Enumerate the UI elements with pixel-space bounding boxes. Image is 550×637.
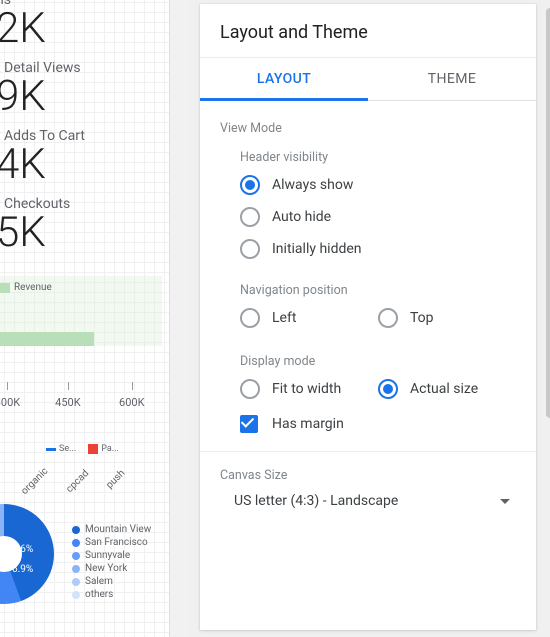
divider: [200, 451, 536, 452]
checkbox-icon: [240, 415, 258, 433]
axis-row: 300K 450K 600K: [0, 382, 162, 442]
revenue-chart[interactable]: Revenue: [0, 276, 162, 346]
series-se-swatch-icon: [46, 448, 56, 451]
subsection-header-visibility: Header visibility: [240, 150, 516, 165]
pie-chart[interactable]: 7.6% 6.9%: [0, 504, 54, 604]
axis-tick-300: 300K: [0, 396, 20, 409]
axis-tick-450: 450K: [55, 396, 80, 409]
radio-label: Actual size: [410, 381, 478, 397]
tabs: LAYOUT THEME: [200, 58, 536, 101]
metric-detail-value: 9K: [0, 76, 170, 118]
radio-icon: [240, 175, 260, 195]
category-push: push: [104, 468, 127, 491]
nav-position-group: Left Top: [240, 308, 516, 328]
canvas-size-select[interactable]: US letter (4:3) - Landscape: [234, 493, 516, 509]
series-legend: Se... Pa...: [46, 444, 119, 454]
tab-theme[interactable]: THEME: [368, 58, 536, 100]
radio-label: Top: [410, 310, 434, 326]
layout-theme-panel: Layout and Theme LAYOUT THEME View Mode …: [200, 4, 536, 630]
pie-pct-1: 7.6%: [12, 544, 33, 555]
radio-label: Fit to width: [272, 381, 341, 397]
section-canvas-size: Canvas Size: [220, 468, 516, 483]
revenue-legend-label: Revenue: [14, 282, 52, 293]
radio-initially-hidden[interactable]: Initially hidden: [240, 239, 516, 259]
radio-nav-left[interactable]: Left: [240, 308, 378, 328]
subsection-display-mode: Display mode: [240, 354, 516, 369]
report-canvas: ns 2K t Detail Views 9K t Adds To Cart 4…: [0, 0, 170, 637]
tab-layout[interactable]: LAYOUT: [200, 58, 368, 101]
checkbox-has-margin[interactable]: Has margin: [240, 415, 516, 433]
radio-fit-to-width[interactable]: Fit to width: [240, 379, 378, 399]
chevron-down-icon: [500, 499, 510, 504]
radio-icon: [378, 308, 398, 328]
radio-icon: [240, 308, 260, 328]
radio-label: Left: [272, 310, 296, 326]
radio-icon: [240, 239, 260, 259]
legend-city-1: Mountain View: [85, 524, 151, 535]
revenue-swatch-icon: [0, 283, 10, 293]
metric-checkouts-value: 5K: [0, 212, 170, 254]
radio-nav-top[interactable]: Top: [378, 308, 516, 328]
radio-icon: [240, 207, 260, 227]
radio-always-show[interactable]: Always show: [240, 175, 516, 195]
select-value: US letter (4:3) - Landscape: [234, 493, 398, 509]
category-cpcad: cpcad: [64, 468, 91, 495]
radio-label: Auto hide: [272, 209, 331, 225]
axis-tick-600: 600K: [119, 396, 144, 409]
checkbox-label: Has margin: [272, 416, 344, 432]
legend-city-3: Sunnyvale: [85, 550, 130, 561]
legend-city-4: New York: [85, 563, 127, 574]
panel-scroll[interactable]: View Mode Header visibility Always show …: [200, 101, 536, 621]
panel-shell: Layout and Theme LAYOUT THEME View Mode …: [188, 0, 550, 637]
canvas-inner: ns 2K t Detail Views 9K t Adds To Cart 4…: [0, 0, 170, 637]
display-mode-group: Fit to width Actual size: [240, 379, 516, 399]
page-scrollbar[interactable]: [546, 8, 550, 418]
series-pa-label: Pa...: [101, 444, 119, 454]
revenue-legend: Revenue: [0, 282, 156, 293]
section-view-mode: View Mode: [220, 121, 516, 136]
legend-city-5: Salem: [85, 576, 113, 587]
radio-label: Initially hidden: [272, 241, 362, 257]
revenue-bar: [0, 332, 94, 346]
legend-city-2: San Francisco: [85, 537, 148, 548]
series-pa-swatch-icon: [88, 444, 98, 454]
panel-title: Layout and Theme: [200, 4, 536, 58]
pie-pct-2: 6.9%: [12, 564, 33, 575]
metric-cart-value: 4K: [0, 144, 170, 186]
legend-city-6: others: [85, 589, 113, 600]
radio-actual-size[interactable]: Actual size: [378, 379, 516, 399]
pie-legend: Mountain View San Francisco Sunnyvale Ne…: [72, 524, 151, 602]
radio-label: Always show: [272, 177, 353, 193]
metric-sessions-value: 2K: [0, 8, 170, 50]
radio-icon: [378, 379, 398, 399]
category-organic: organic: [19, 466, 50, 497]
radio-icon: [240, 379, 260, 399]
series-se-label: Se...: [59, 444, 76, 454]
subsection-nav-position: Navigation position: [240, 283, 516, 298]
radio-auto-hide[interactable]: Auto hide: [240, 207, 516, 227]
